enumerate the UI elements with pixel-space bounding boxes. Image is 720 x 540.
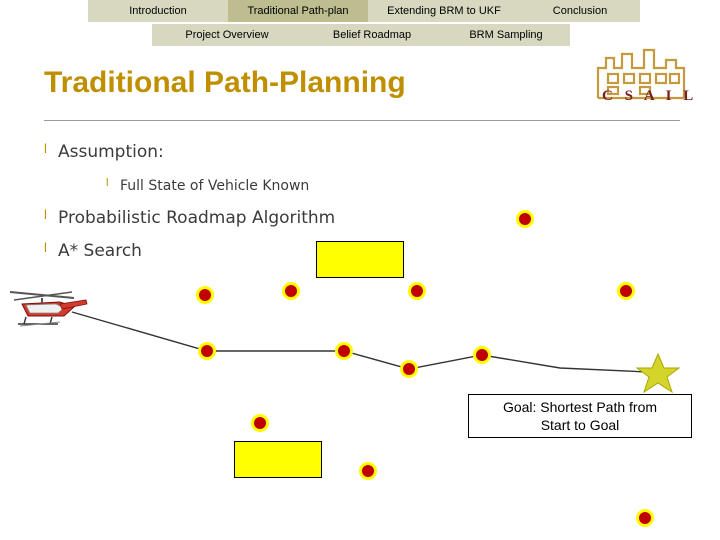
nav-bar-secondary: Project Overview Belief Roadmap BRM Sampli… (152, 24, 570, 46)
roadmap-node-5 (198, 342, 216, 360)
nav-item-primary-2[interactable]: Extending BRM to UKF (368, 0, 520, 22)
bullet-text: Full State of Vehicle Known (120, 178, 310, 194)
bullet-text: Probabilistic Roadmap Algorithm (58, 208, 336, 228)
goal-callout-line1: Goal: Shortest Path from (502, 399, 658, 415)
roadmap-node-6 (335, 342, 353, 360)
nav-item-secondary-2[interactable]: BRM Sampling (442, 24, 570, 46)
nav-item-secondary-0[interactable]: Project Overview (152, 24, 302, 46)
bullet-marker-icon: l (44, 240, 47, 255)
helicopter-icon (8, 286, 88, 330)
roadmap-node-11 (636, 509, 654, 527)
bullet-item-1: l Full State of Vehicle Known (106, 177, 310, 195)
title-divider (44, 120, 680, 121)
roadmap-node-8 (400, 360, 418, 378)
roadmap-node-2 (282, 282, 300, 300)
bullet-item-2: l Probabilistic Roadmap Algorithm (44, 208, 335, 228)
page-title: Traditional Path-Planning (44, 66, 406, 99)
bullet-marker-icon: l (44, 141, 47, 156)
bullet-text: Assumption: (58, 142, 164, 162)
csail-wordmark: C S A I L (602, 88, 698, 104)
bullet-item-0: l Assumption: (44, 142, 164, 162)
goal-callout: Goal: Shortest Path from Start to Goal (468, 394, 692, 438)
roadmap-node-0 (516, 210, 534, 228)
obstacle-1 (234, 441, 322, 478)
roadmap-node-10 (359, 462, 377, 480)
nav-item-primary-0[interactable]: Introduction (88, 0, 228, 22)
roadmap-node-3 (408, 282, 426, 300)
bullet-marker-icon: l (106, 177, 109, 189)
nav-item-primary-3[interactable]: Conclusion (520, 0, 640, 22)
roadmap-node-4 (617, 282, 635, 300)
star-icon (634, 352, 682, 396)
roadmap-node-1 (196, 286, 214, 304)
roadmap-node-9 (251, 414, 269, 432)
goal-callout-line2: Start to Goal (540, 417, 620, 433)
nav-bar-primary: Introduction Traditional Path-plan Extendi… (88, 0, 640, 22)
roadmap-node-7 (473, 346, 491, 364)
nav-item-primary-1[interactable]: Traditional Path-plan (228, 0, 368, 22)
bullet-marker-icon: l (44, 207, 47, 222)
slide: Introduction Traditional Path-plan Extendi… (0, 0, 720, 540)
goal-callout-text: Goal: Shortest Path from Start to Goal (503, 398, 657, 434)
bullet-item-3: l A* Search (44, 241, 142, 261)
obstacle-0 (316, 241, 404, 278)
nav-item-secondary-1[interactable]: Belief Roadmap (302, 24, 442, 46)
bullet-text: A* Search (58, 241, 142, 261)
